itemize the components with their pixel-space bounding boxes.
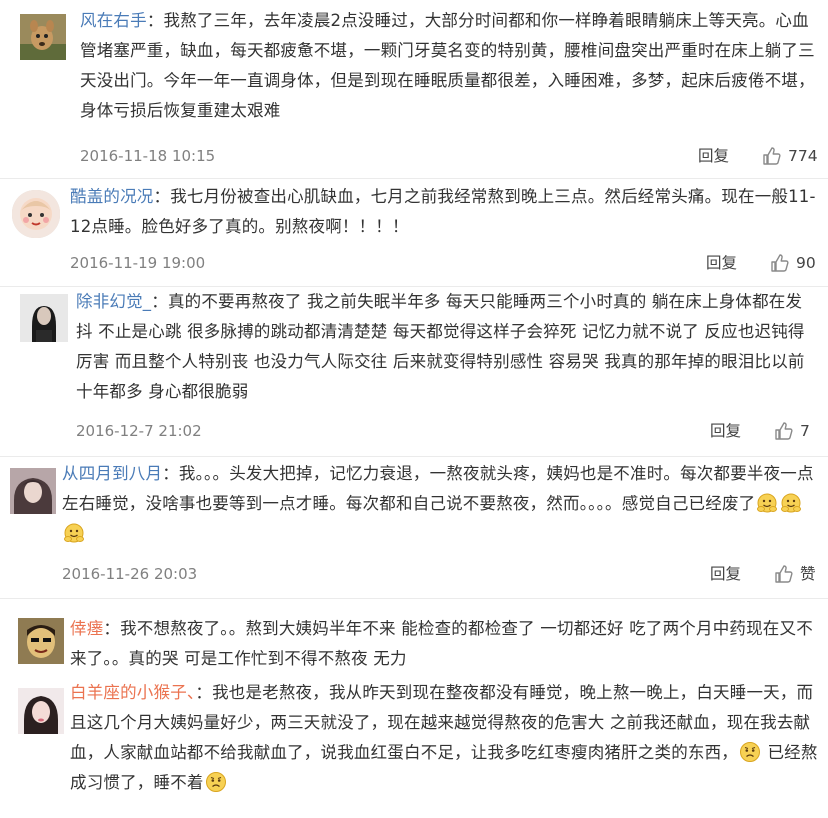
comment-text: 从四月到八月：我。。。头发大把掉，记忆力衰退，一熬夜就头疼，姨妈也是不准时。每次… xyxy=(62,459,818,549)
comment-item: 风在右手：我熬了三年，去年凌晨2点没睡过，大部分时间都和你一样睁着眼睛躺床上等天… xyxy=(0,0,828,179)
avatar[interactable] xyxy=(12,190,60,238)
colon: ： xyxy=(162,464,179,483)
comment-item: 除非幻觉_：真的不要再熬夜了 我之前失眠半年多 每天只能睡两三个小时真的 躺在床… xyxy=(0,286,828,457)
comment-content: 我不想熬夜了。。熬到大姨妈半年不来 能检查的都检查了 一切都还好 吃了两个月中药… xyxy=(70,619,813,668)
comment-text: 风在右手：我熬了三年，去年凌晨2点没睡过，大部分时间都和你一样睁着眼睛躺床上等天… xyxy=(80,6,820,126)
thumbs-up-icon xyxy=(763,147,781,165)
thumbs-up-icon xyxy=(775,565,793,583)
like-button[interactable]: 90 xyxy=(770,251,816,275)
thumbs-up-icon xyxy=(775,422,793,440)
reply-button[interactable]: 回复 xyxy=(706,253,737,273)
like-count: 774 xyxy=(788,147,818,165)
avatar[interactable] xyxy=(10,468,56,514)
avatar[interactable] xyxy=(18,618,64,664)
reply-button[interactable]: 回复 xyxy=(698,146,729,166)
hug-emoji-icon xyxy=(757,493,778,513)
comment-item: 倖瘗：我不想熬夜了。。熬到大姨妈半年不来 能检查的都检查了 一切都还好 吃了两个… xyxy=(0,606,828,678)
comment-item: 酷盖的况况：我七月份被查出心肌缺血，七月之前我经常熬到晚上三点。然后经常头痛。现… xyxy=(0,178,828,287)
username[interactable]: 除非幻觉_ xyxy=(76,292,151,311)
username[interactable]: 白羊座的小猴子、 xyxy=(70,683,195,702)
colon: ： xyxy=(103,619,121,638)
sad-emoji-icon xyxy=(205,772,226,792)
avatar[interactable] xyxy=(20,14,66,60)
hug-emoji-icon xyxy=(64,523,84,543)
comment-content: 我熬了三年，去年凌晨2点没睡过，大部分时间都和你一样睁着眼睛躺床上等天亮。心血管… xyxy=(80,11,815,120)
comment-time: 2016-11-18 10:15 xyxy=(80,147,216,165)
comment-item: 从四月到八月：我。。。头发大把掉，记忆力衰退，一熬夜就头疼，姨妈也是不准时。每次… xyxy=(0,456,828,599)
reply-button[interactable]: 回复 xyxy=(710,564,741,584)
username[interactable]: 从四月到八月 xyxy=(62,464,162,483)
like-button[interactable]: 774 xyxy=(762,144,818,168)
avatar[interactable] xyxy=(18,688,64,734)
comment-text: 倖瘗：我不想熬夜了。。熬到大姨妈半年不来 能检查的都检查了 一切都还好 吃了两个… xyxy=(70,614,818,674)
thumbs-up-icon xyxy=(771,254,789,272)
comment-content: 我七月份被查出心肌缺血，七月之前我经常熬到晚上三点。然后经常头痛。现在一般11-… xyxy=(70,187,816,236)
comment-time: 2016-11-26 20:03 xyxy=(62,565,198,583)
like-count: 90 xyxy=(796,254,816,272)
colon: ： xyxy=(146,11,164,30)
comment-text: 酷盖的况况：我七月份被查出心肌缺血，七月之前我经常熬到晚上三点。然后经常头痛。现… xyxy=(70,182,818,242)
comment-text: 白羊座的小猴子、：我也是老熬夜，我从昨天到现在整夜都没有睡觉，晚上熬一晚上，白天… xyxy=(70,678,818,798)
sad-emoji-icon xyxy=(740,742,760,762)
username[interactable]: 倖瘗 xyxy=(70,619,103,638)
comment-item: 白羊座的小猴子、：我也是老熬夜，我从昨天到现在整夜都没有睡觉，晚上熬一晚上，白天… xyxy=(0,678,828,818)
comment-list: 风在右手：我熬了三年，去年凌晨2点没睡过，大部分时间都和你一样睁着眼睛躺床上等天… xyxy=(0,0,828,818)
colon: ： xyxy=(153,187,171,206)
username[interactable]: 风在右手 xyxy=(80,11,147,30)
like-count: 赞 xyxy=(800,565,816,583)
comment-time: 2016-12-7 21:02 xyxy=(76,422,202,440)
like-count: 7 xyxy=(800,422,810,440)
username[interactable]: 酷盖的况况 xyxy=(70,187,154,206)
colon: ： xyxy=(151,292,168,311)
like-button[interactable]: 赞 xyxy=(774,562,816,586)
reply-button[interactable]: 回复 xyxy=(710,421,741,441)
comment-text: 除非幻觉_：真的不要再熬夜了 我之前失眠半年多 每天只能睡两三个小时真的 躺在床… xyxy=(76,287,818,407)
avatar[interactable] xyxy=(20,294,68,342)
comment-content: 真的不要再熬夜了 我之前失眠半年多 每天只能睡两三个小时真的 躺在床上身体都在发… xyxy=(76,292,805,401)
colon: ： xyxy=(195,683,213,702)
like-button[interactable]: 7 xyxy=(774,419,810,443)
comment-time: 2016-11-19 19:00 xyxy=(70,254,206,272)
hug-emoji-icon xyxy=(781,493,802,513)
